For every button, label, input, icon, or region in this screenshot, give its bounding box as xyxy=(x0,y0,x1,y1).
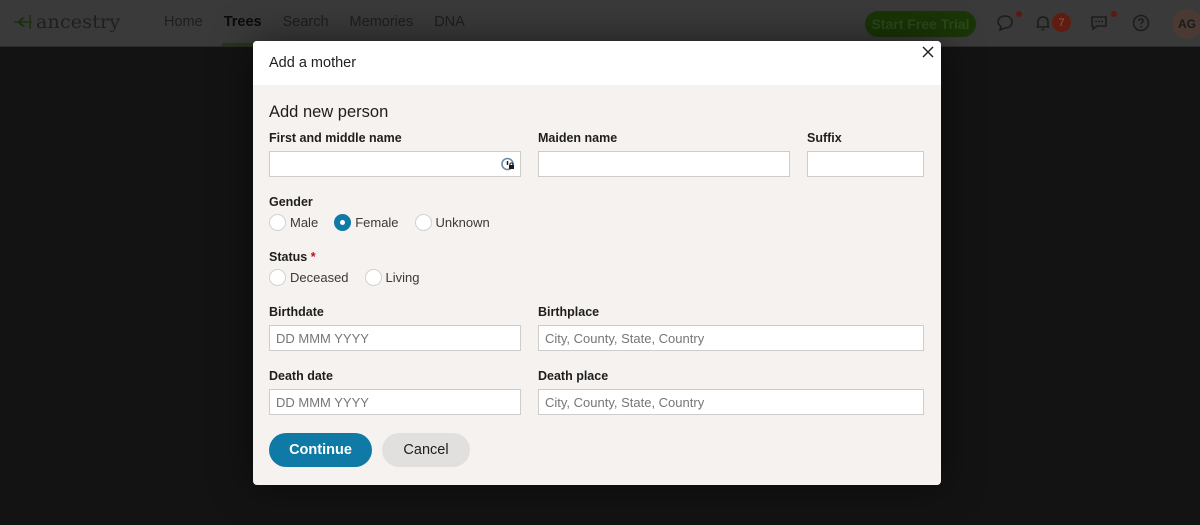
status-living-radio[interactable]: Living xyxy=(364,269,420,286)
status-label: Status * xyxy=(269,250,316,264)
start-free-trial-button[interactable]: Start Free Trial xyxy=(865,11,976,37)
gender-radio-group: Male Female Unknown xyxy=(269,214,498,231)
close-button[interactable] xyxy=(921,45,935,59)
continue-button[interactable]: Continue xyxy=(269,433,372,467)
radio-circle[interactable] xyxy=(414,214,432,231)
death-date-label: Death date xyxy=(269,369,333,383)
ancestry-logo[interactable]: ancestry xyxy=(12,11,120,33)
speech-bubble-icon[interactable] xyxy=(995,13,1015,33)
radio-label: Male xyxy=(290,215,319,230)
main-nav: Home Trees Search Memories DNA xyxy=(164,14,486,46)
required-asterisk: * xyxy=(310,250,316,264)
maiden-name-input[interactable] xyxy=(538,151,790,177)
unread-dot xyxy=(1016,11,1022,17)
first-name-label: First and middle name xyxy=(269,131,402,145)
add-mother-dialog: Add a mother Add new person First and mi… xyxy=(253,41,941,485)
close-icon xyxy=(922,46,934,58)
birthdate-label: Birthdate xyxy=(269,305,324,319)
nav-search[interactable]: Search xyxy=(283,14,329,30)
radio-label: Unknown xyxy=(435,215,490,230)
radio-circle[interactable] xyxy=(269,214,286,231)
gender-female-radio[interactable]: Female xyxy=(334,214,399,231)
cancel-button[interactable]: Cancel xyxy=(382,433,470,467)
death-date-input[interactable] xyxy=(269,389,521,415)
birthplace-label: Birthplace xyxy=(538,305,600,319)
birthdate-input[interactable] xyxy=(269,325,521,351)
user-avatar[interactable]: AG xyxy=(1172,9,1200,39)
unread-dot xyxy=(1111,11,1117,17)
suffix-input[interactable] xyxy=(807,151,924,177)
radio-circle-checked[interactable] xyxy=(334,214,352,231)
gender-male-radio[interactable]: Male xyxy=(269,214,318,231)
dialog-title: Add a mother xyxy=(253,41,941,85)
radio-circle[interactable] xyxy=(364,269,382,286)
death-place-label: Death place xyxy=(538,369,609,383)
radio-label: Deceased xyxy=(290,270,349,285)
nav-dna[interactable]: DNA xyxy=(434,14,465,30)
nav-trees[interactable]: Trees xyxy=(221,14,264,46)
radio-label: Living xyxy=(385,270,420,285)
nav-home[interactable]: Home xyxy=(164,14,203,30)
message-icon[interactable] xyxy=(1089,13,1109,33)
birthplace-input[interactable] xyxy=(538,325,924,351)
death-place-input[interactable] xyxy=(538,389,924,415)
top-navigation: ancestry Home Trees Search Memories DNA … xyxy=(0,0,1200,47)
gender-unknown-radio[interactable]: Unknown xyxy=(414,214,490,231)
suffix-label: Suffix xyxy=(807,131,842,145)
password-manager-icon[interactable] xyxy=(501,157,515,171)
status-deceased-radio[interactable]: Deceased xyxy=(269,269,349,286)
nav-memories[interactable]: Memories xyxy=(350,14,414,30)
notification-count-badge: 7 xyxy=(1052,13,1071,32)
section-title: Add new person xyxy=(269,103,389,121)
maiden-name-label: Maiden name xyxy=(538,131,618,145)
radio-label: Female xyxy=(355,215,399,230)
first-name-input[interactable] xyxy=(269,151,521,177)
status-label-text: Status xyxy=(269,250,308,264)
status-radio-options: Deceased Living xyxy=(269,269,428,286)
help-icon[interactable] xyxy=(1131,13,1151,33)
bell-icon[interactable] xyxy=(1033,13,1053,33)
radio-circle[interactable] xyxy=(269,269,286,286)
logo-text: ancestry xyxy=(36,11,121,33)
leaf-logo-icon xyxy=(14,15,32,29)
gender-label: Gender xyxy=(269,195,313,209)
